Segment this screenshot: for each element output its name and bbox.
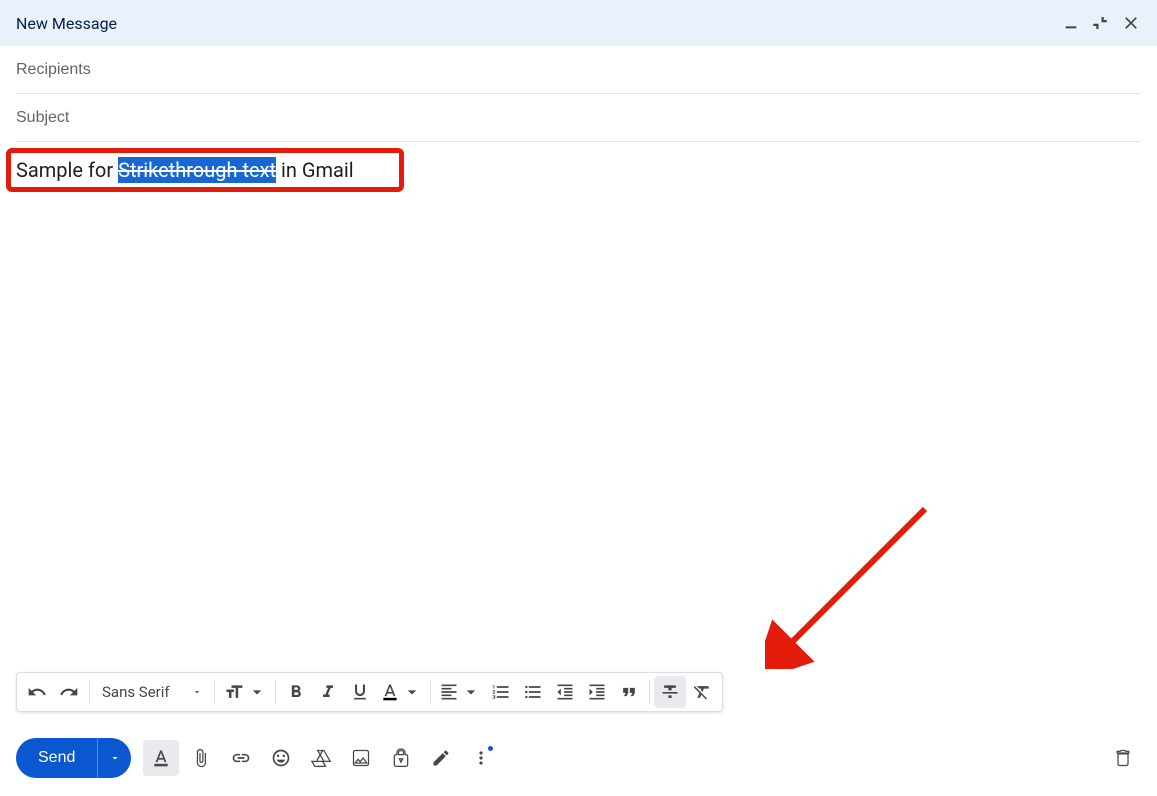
subject-row [16,94,1141,142]
chevron-down-icon [192,687,202,697]
chevron-down-icon [461,682,481,702]
recipients-row [16,46,1141,94]
indent-less-button[interactable] [549,676,581,708]
toolbar-divider [89,680,90,704]
more-options-button[interactable] [463,740,499,776]
subject-input[interactable] [16,109,1141,127]
chevron-down-icon [247,682,267,702]
insert-link-button[interactable] [223,740,259,776]
attach-file-button[interactable] [183,740,219,776]
minimize-icon[interactable] [1063,15,1079,31]
text-color-button[interactable] [376,676,426,708]
toolbar-divider [430,680,431,704]
toolbar-divider [214,680,215,704]
fields-area [0,46,1157,142]
send-button-group: Send [16,738,131,778]
insert-drive-button[interactable] [303,740,339,776]
toolbar-divider [275,680,276,704]
align-button[interactable] [435,676,485,708]
font-size-button[interactable] [219,676,271,708]
exit-fullscreen-icon[interactable] [1091,14,1109,32]
body-text-prefix: Sample for [16,158,118,182]
body-text-suffix: in Gmail [276,158,354,182]
notification-dot [488,746,493,751]
discard-draft-button[interactable] [1105,740,1141,776]
remove-formatting-button[interactable] [686,676,718,708]
bold-button[interactable] [280,676,312,708]
toolbar-divider [649,680,650,704]
send-button[interactable]: Send [16,738,97,778]
window-controls [1063,13,1141,33]
bulleted-list-button[interactable] [517,676,549,708]
redo-button[interactable] [53,676,85,708]
confidential-mode-button[interactable] [383,740,419,776]
chevron-down-icon [402,682,422,702]
italic-button[interactable] [312,676,344,708]
formatting-toolbar: Sans Serif [16,672,723,712]
quote-button[interactable] [613,676,645,708]
bottom-bar: Send [16,736,1141,780]
message-body[interactable]: Sample for Strikethrough text in Gmail [0,142,1157,622]
compose-header: New Message [0,0,1157,46]
close-icon[interactable] [1121,13,1141,33]
font-family-selector[interactable]: Sans Serif [94,683,210,701]
insert-photo-button[interactable] [343,740,379,776]
underline-button[interactable] [344,676,376,708]
recipients-input[interactable] [16,61,1141,79]
formatting-options-button[interactable] [143,740,179,776]
compose-title: New Message [16,14,117,33]
chevron-down-icon [109,752,121,764]
font-name-label: Sans Serif [102,683,170,701]
strikethrough-button[interactable] [654,676,686,708]
send-options-button[interactable] [97,738,131,778]
undo-button[interactable] [21,676,53,708]
insert-signature-button[interactable] [423,740,459,776]
insert-emoji-button[interactable] [263,740,299,776]
bottom-icons [143,740,499,776]
body-text-strikethrough-selected: Strikethrough text [118,157,276,183]
indent-more-button[interactable] [581,676,613,708]
numbered-list-button[interactable] [485,676,517,708]
